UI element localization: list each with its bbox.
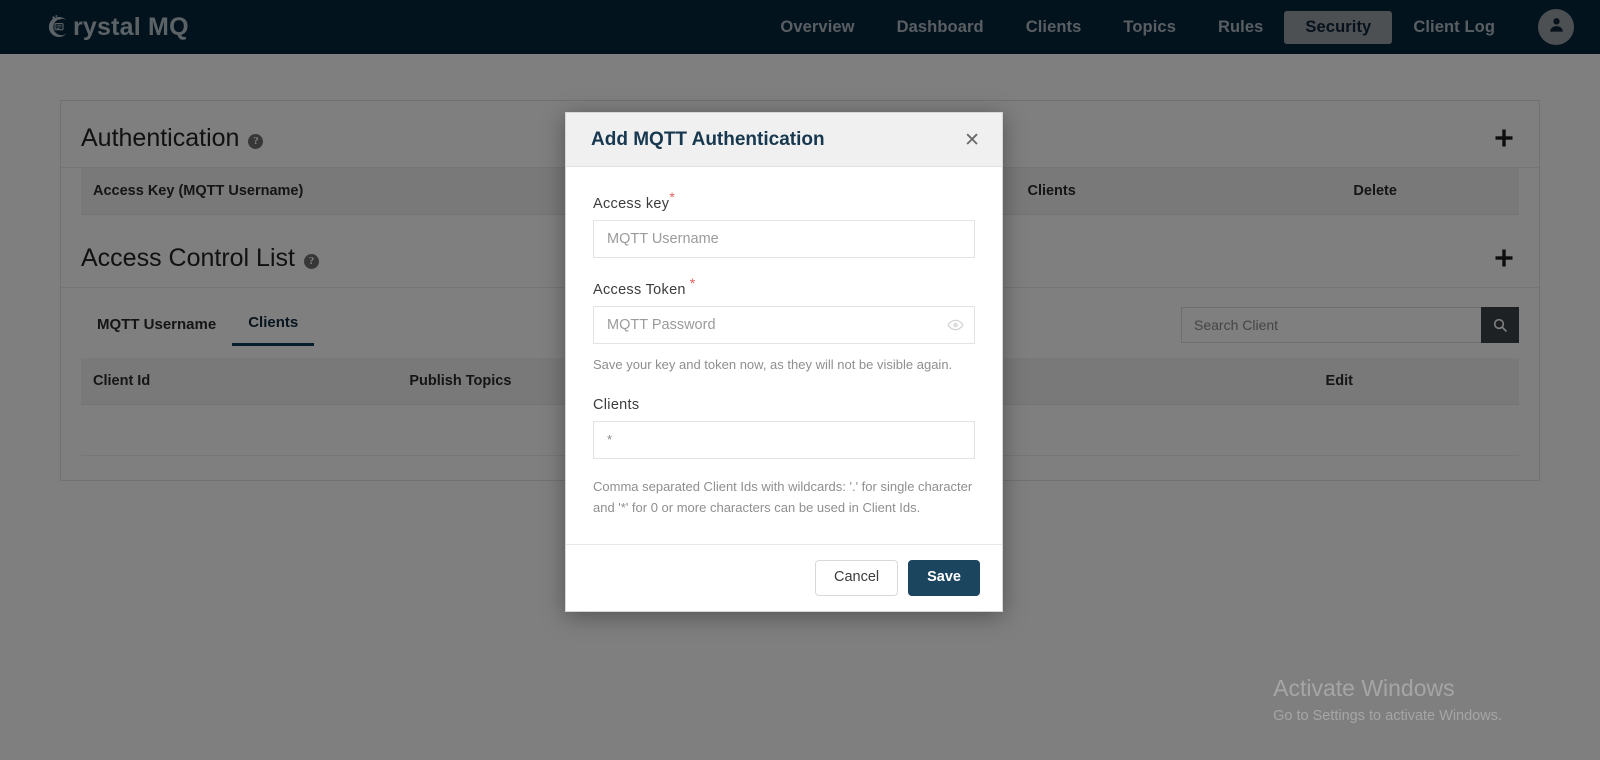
clients-input[interactable]: *	[593, 420, 975, 459]
access-token-label-text: Access Token	[593, 281, 686, 298]
eye-icon[interactable]	[947, 318, 964, 331]
modal-header: Add MQTT Authentication ✕	[566, 113, 1002, 167]
clients-field: Clients *	[593, 397, 975, 459]
access-key-input[interactable]	[593, 219, 975, 258]
access-key-field: Access key*	[593, 189, 975, 258]
access-key-label-text: Access key	[593, 195, 670, 212]
token-hint: Save your key and token now, as they wil…	[593, 356, 953, 372]
access-token-input-wrap	[593, 305, 975, 344]
modal-title: Add MQTT Authentication	[591, 129, 825, 150]
add-mqtt-authentication-modal: Add MQTT Authentication ✕ Access key* Ac…	[565, 112, 1003, 612]
clients-hint: Comma separated Client Ids with wildcard…	[593, 478, 973, 515]
required-marker: *	[669, 189, 676, 205]
save-button[interactable]: Save	[908, 559, 980, 596]
cancel-button[interactable]: Cancel	[814, 559, 899, 596]
modal-body: Access key* Access Token* Save your key …	[566, 167, 1002, 544]
access-key-label: Access key*	[593, 189, 975, 212]
access-token-field: Access Token *	[593, 275, 975, 344]
access-token-input[interactable]	[593, 305, 975, 344]
clients-label: Clients	[593, 396, 640, 413]
required-marker: *	[689, 274, 696, 291]
access-token-label: Access Token *	[593, 275, 975, 298]
close-icon[interactable]: ✕	[962, 131, 982, 150]
modal-footer: Cancel Save	[566, 543, 1002, 611]
